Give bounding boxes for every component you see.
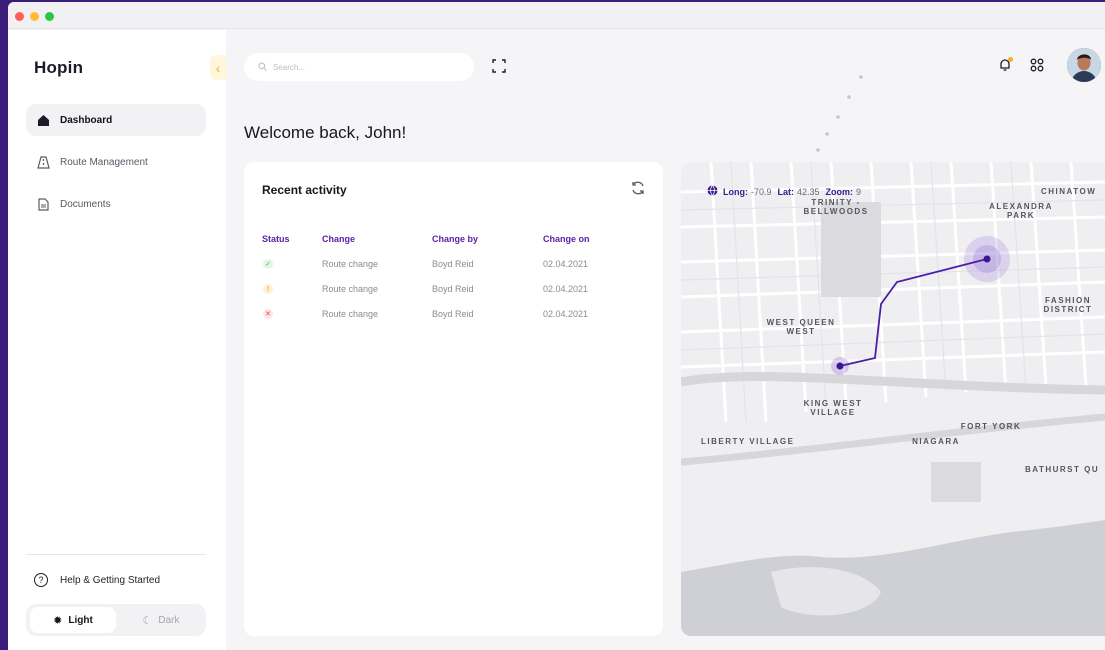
table-row[interactable]: ✓ Route change Boyd Reid 02.04.2021 (262, 251, 642, 276)
map-coordinates-readout: Long: -70.9 Lat: 42.35 Zoom: 9 (707, 185, 867, 198)
change-by-cell: Boyd Reid (432, 283, 474, 294)
change-cell: Route change (322, 308, 379, 319)
help-icon: ? (34, 573, 48, 587)
change-on-cell: 02.04.2021 (543, 283, 589, 294)
card-title: Recent activity (262, 183, 347, 197)
map-place-label: LIBERTY VILLAGE (701, 437, 795, 446)
sidebar-item-label: Route Management (60, 156, 148, 168)
theme-toggle: ✹ Light ☾ Dark (26, 604, 206, 636)
user-avatar[interactable] (1067, 48, 1101, 82)
change-cell: Route change (322, 283, 379, 294)
warning-icon: ! (263, 284, 273, 295)
fullscreen-icon[interactable] (492, 59, 506, 73)
page-title: Welcome back, John! (244, 123, 407, 142)
notification-badge (1008, 57, 1013, 62)
dot-trail-decoration (816, 75, 863, 152)
map-place-label: FORT YORK (960, 422, 1022, 431)
sidebar-item-documents[interactable]: Documents (26, 188, 206, 220)
error-icon: ✕ (263, 309, 273, 319)
lat-value: 42.35 (797, 186, 820, 197)
sidebar: Hopin ‹ Dashboard Route Management Docum… (8, 30, 226, 650)
long-label: Long: (723, 186, 748, 197)
minimize-window-button[interactable] (30, 12, 39, 21)
sidebar-item-route-management[interactable]: Route Management (26, 146, 206, 178)
table-row[interactable]: ✕ Route change Boyd Reid 02.04.2021 (262, 301, 642, 326)
maximize-window-button[interactable] (45, 12, 54, 21)
close-window-button[interactable] (15, 12, 24, 21)
app-logo: Hopin (34, 58, 84, 77)
collapse-sidebar-button[interactable]: ‹ (210, 55, 226, 80)
check-icon: ✓ (263, 259, 273, 269)
change-on-cell: 02.04.2021 (543, 308, 589, 319)
help-label: Help & Getting Started (60, 574, 161, 586)
document-icon (36, 197, 50, 211)
dark-theme-button[interactable]: ☾ Dark (118, 607, 204, 633)
table-row[interactable]: ! Route change Boyd Reid 02.04.2021 (262, 276, 642, 301)
column-header: Change by (432, 233, 479, 244)
column-header: Status (262, 233, 290, 244)
sidebar-item-label: Documents (60, 198, 111, 210)
map-place-label: KING WEST VILLAGE (803, 399, 863, 417)
activity-table: Status Change Change by Change on ✓ Rout… (262, 226, 642, 326)
route-map[interactable]: Long: -70.9 Lat: 42.35 Zoom: 9 TRINITY -… (681, 162, 1105, 636)
sidebar-divider (26, 554, 206, 555)
search-input[interactable]: Search... (244, 53, 474, 81)
app-window: Hopin ‹ Dashboard Route Management Docum… (8, 2, 1105, 650)
map-place-label: FASHION DISTRICT (1043, 296, 1093, 314)
map-canvas (681, 162, 1105, 636)
help-link[interactable]: ? Help & Getting Started (34, 573, 160, 587)
home-icon (36, 113, 50, 127)
map-place-label: BATHURST QU (1025, 465, 1100, 474)
refresh-icon[interactable] (630, 180, 646, 196)
dark-label: Dark (158, 614, 180, 626)
search-icon (258, 61, 267, 73)
map-place-label: ALEXANDRA PARK (989, 202, 1053, 220)
lat-label: Lat: (777, 186, 795, 197)
map-place-label: CHINATOW (1041, 187, 1097, 196)
sidebar-item-label: Dashboard (60, 114, 113, 126)
sidebar-item-dashboard[interactable]: Dashboard (26, 104, 206, 136)
change-by-cell: Boyd Reid (432, 308, 474, 319)
change-cell: Route change (322, 258, 379, 269)
table-header: Status Change Change by Change on (262, 226, 642, 251)
sun-icon: ✹ (53, 614, 63, 627)
search-placeholder: Search... (273, 62, 306, 72)
zoom-value: 9 (856, 186, 862, 197)
globe-icon (707, 185, 718, 198)
change-on-cell: 02.04.2021 (543, 258, 589, 269)
column-header: Change (322, 233, 356, 244)
notification-bell-icon[interactable] (998, 57, 1013, 72)
change-by-cell: Boyd Reid (432, 258, 474, 269)
light-theme-button[interactable]: ✹ Light (30, 607, 116, 633)
moon-icon: ☾ (142, 614, 153, 627)
recent-activity-card: Recent activity Status Change Change by … (244, 162, 663, 636)
road-icon (36, 155, 50, 169)
map-place-label: WEST QUEEN WEST (766, 318, 836, 336)
long-value: -70.9 (751, 186, 772, 197)
light-label: Light (68, 614, 93, 626)
title-bar (8, 2, 1105, 29)
column-header: Change on (543, 233, 590, 244)
map-place-label: TRINITY - BELLWOODS (803, 198, 869, 216)
map-place-label: NIAGARA (912, 437, 960, 446)
apps-grid-icon[interactable] (1030, 58, 1044, 72)
zoom-label: Zoom: (825, 186, 854, 197)
chevron-left-icon: ‹ (215, 59, 221, 76)
